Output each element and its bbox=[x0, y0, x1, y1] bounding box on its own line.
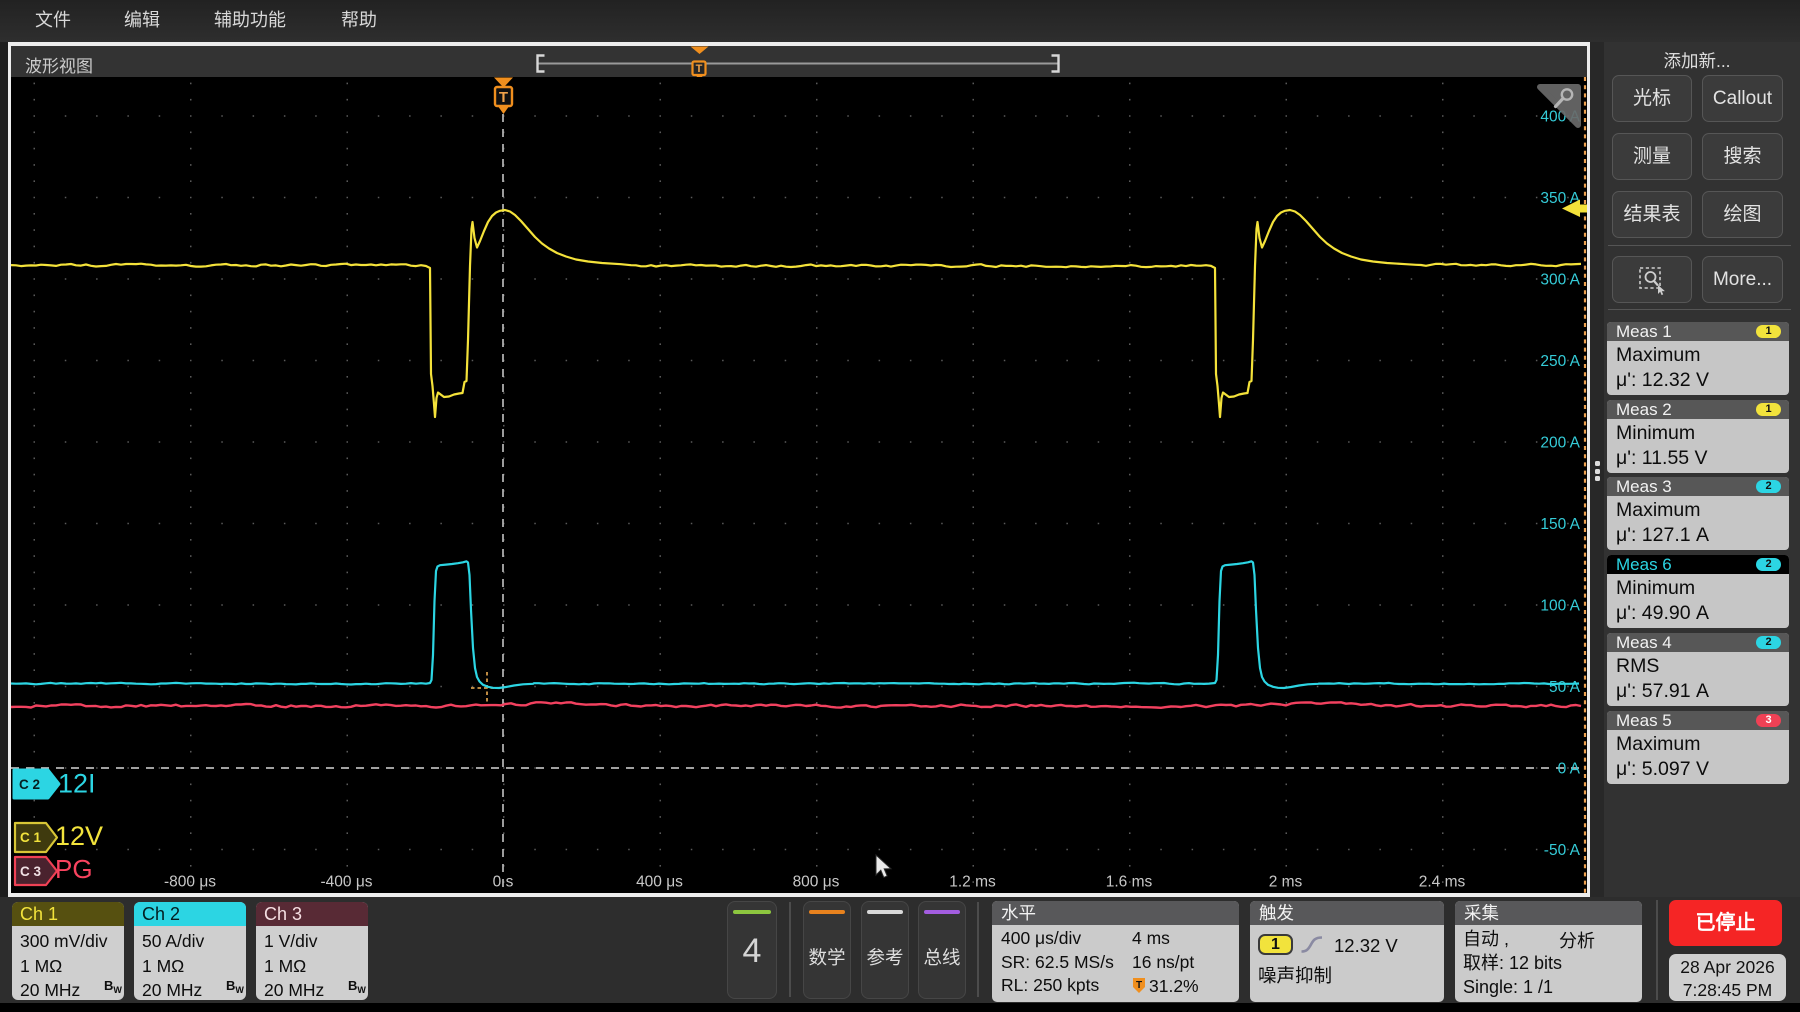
svg-text:1.2 ms: 1.2 ms bbox=[949, 874, 996, 891]
svg-text:0 s: 0 s bbox=[493, 874, 514, 891]
svg-text:C 2: C 2 bbox=[19, 777, 40, 792]
svg-text:50 A: 50 A bbox=[1549, 679, 1581, 696]
svg-text:T: T bbox=[1136, 980, 1142, 991]
svg-text:T: T bbox=[696, 63, 703, 75]
svg-text:1.6 ms: 1.6 ms bbox=[1106, 874, 1153, 891]
svg-text:150 A: 150 A bbox=[1540, 516, 1580, 533]
svg-text:T: T bbox=[499, 89, 508, 106]
svg-text:100 A: 100 A bbox=[1540, 598, 1580, 615]
svg-text:PG: PG bbox=[55, 854, 93, 884]
svg-text:2 ms: 2 ms bbox=[1269, 874, 1303, 891]
svg-text:-400 μs: -400 μs bbox=[320, 874, 372, 891]
svg-text:2.4 ms: 2.4 ms bbox=[1419, 874, 1466, 891]
svg-text:200 A: 200 A bbox=[1540, 435, 1580, 452]
svg-text:-800 μs: -800 μs bbox=[164, 874, 216, 891]
svg-text:400 μs: 400 μs bbox=[636, 874, 683, 891]
svg-text:0 A: 0 A bbox=[1558, 761, 1581, 778]
svg-text:300 A: 300 A bbox=[1540, 272, 1580, 289]
svg-text:250 A: 250 A bbox=[1540, 353, 1580, 370]
svg-text:-50 A: -50 A bbox=[1544, 842, 1581, 859]
svg-text:C 1: C 1 bbox=[20, 830, 42, 845]
svg-text:12V: 12V bbox=[55, 821, 103, 851]
svg-text:C 3: C 3 bbox=[20, 864, 42, 879]
svg-text:12I: 12I bbox=[58, 769, 96, 799]
svg-text:800 μs: 800 μs bbox=[793, 874, 840, 891]
